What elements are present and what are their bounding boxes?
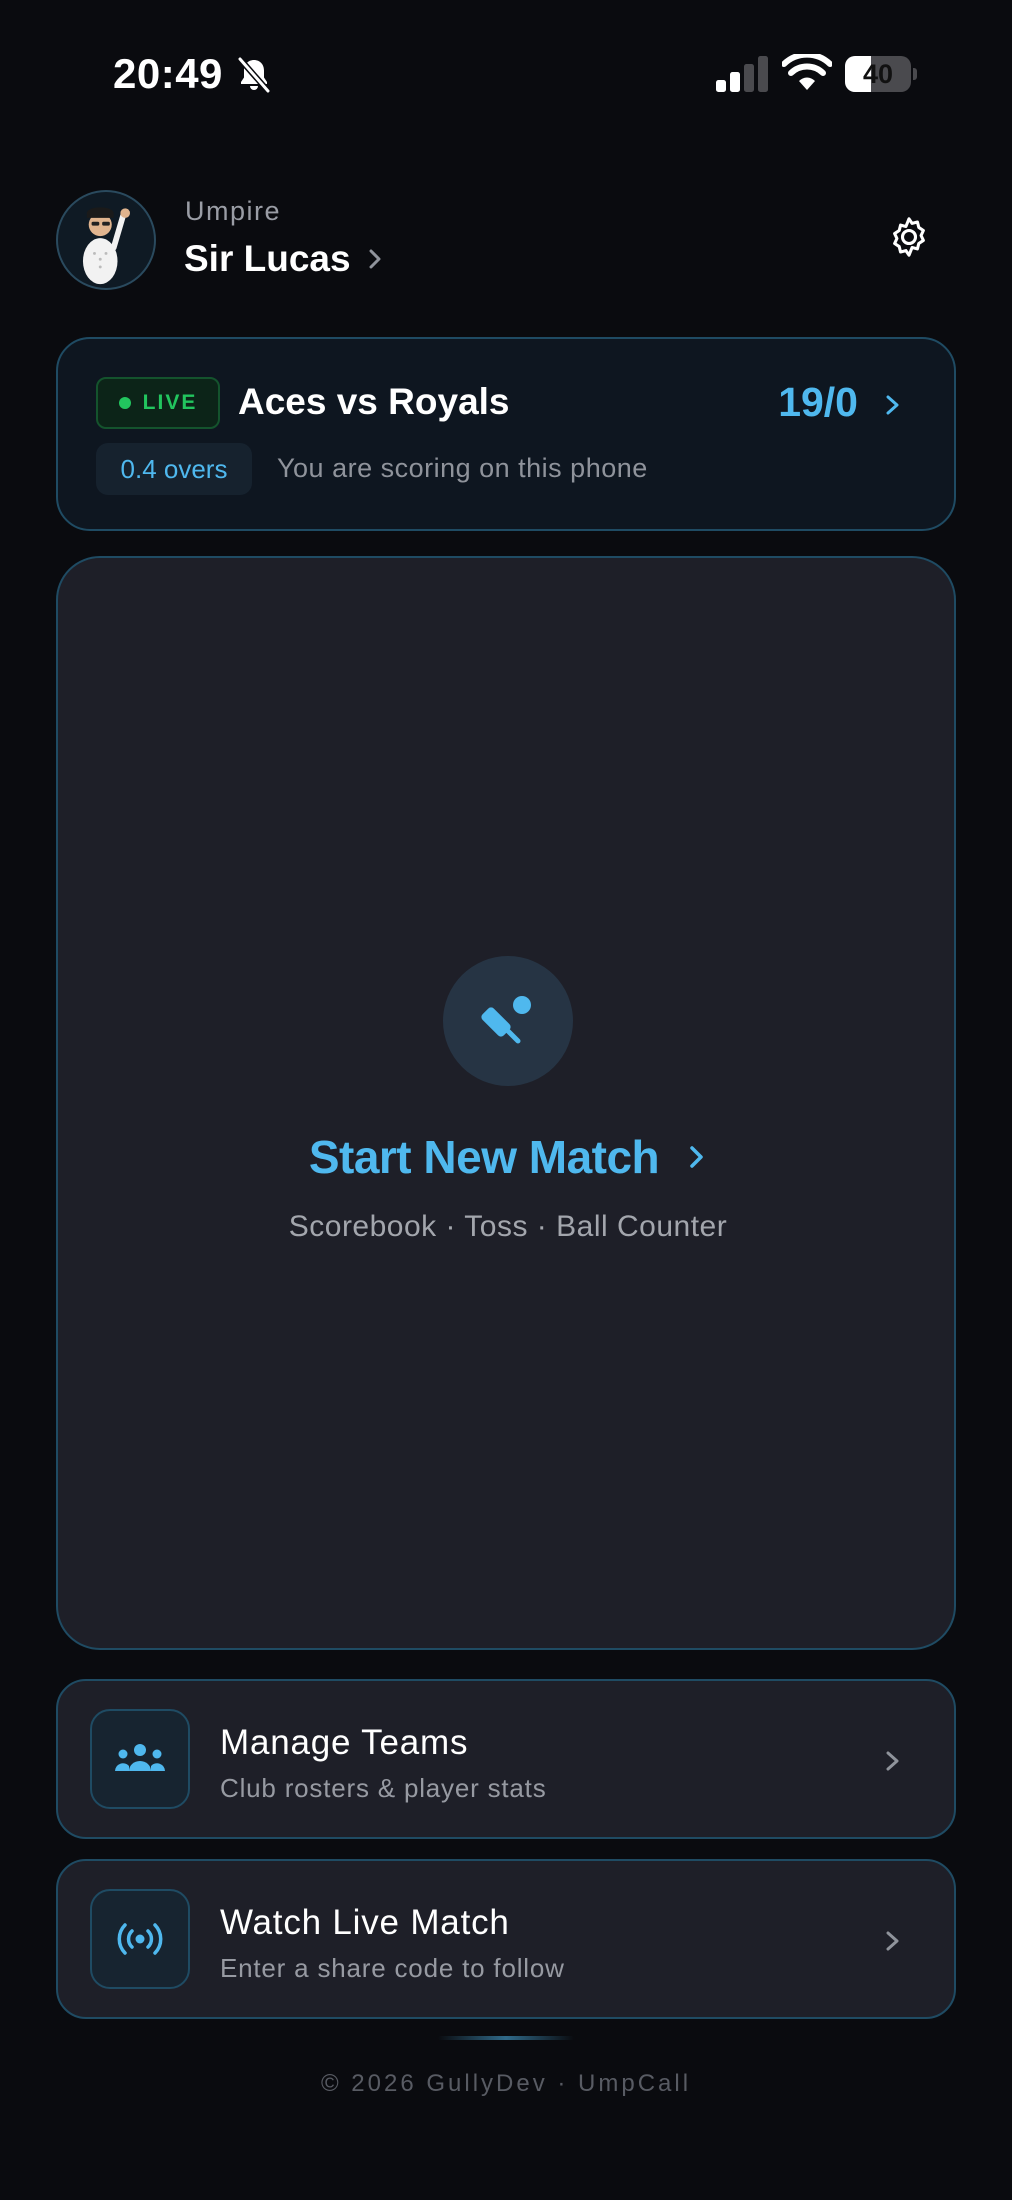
- manage-teams-title: Manage Teams: [220, 1723, 469, 1762]
- broadcast-icon-box: [90, 1889, 190, 1989]
- watch-live-subtitle: Enter a share code to follow: [220, 1953, 565, 1983]
- profile-link[interactable]: Sir Lucas: [184, 238, 383, 280]
- chevron-right-icon: [886, 1751, 899, 1771]
- chevron-right-icon: [690, 1146, 703, 1168]
- watch-live-title: Watch Live Match: [220, 1903, 510, 1942]
- divider: [438, 2036, 574, 2040]
- live-dot: [118, 397, 131, 409]
- status-time: 20:49: [113, 50, 223, 97]
- start-new-match-card[interactable]: Start New Match Scorebook · Toss · Ball …: [56, 556, 956, 1650]
- user-role-label: Umpire: [185, 196, 282, 226]
- watch-live-match-card[interactable]: Watch Live Match Enter a share code to f…: [56, 1859, 956, 2019]
- start-new-match-button[interactable]: Start New Match: [58, 1130, 958, 1184]
- wifi-icon: [782, 54, 832, 90]
- live-badge-text: LIVE: [142, 391, 198, 414]
- match-title: Aces vs Royals: [238, 381, 510, 422]
- team-icon-box: [90, 1709, 190, 1809]
- battery-indicator: 40: [845, 56, 917, 92]
- gear-icon[interactable]: [886, 214, 932, 260]
- live-badge: LIVE: [96, 377, 220, 429]
- chevron-right-icon: [369, 249, 381, 269]
- manage-teams-subtitle: Club rosters & player stats: [220, 1773, 547, 1803]
- chevron-right-icon: [886, 1931, 899, 1951]
- avatar[interactable]: [56, 190, 156, 290]
- cricket-bat-icon: [481, 996, 531, 1044]
- battery-percent: 40: [862, 59, 894, 89]
- overs-pill: 0.4 overs: [96, 443, 252, 495]
- team-icon: [115, 1744, 165, 1771]
- status-bar: 20:49 40: [0, 0, 1012, 150]
- broadcast-icon: [117, 1923, 163, 1955]
- match-score: 19/0: [778, 379, 858, 425]
- cricket-bat-icon-circle: [443, 956, 573, 1086]
- bell-muted-icon: [237, 57, 271, 93]
- umpire-avatar-icon: [82, 207, 130, 285]
- footer-copyright: © 2026 GullyDev · UmpCall: [320, 2070, 692, 2097]
- user-name: Sir Lucas: [184, 238, 351, 279]
- scoring-note: You are scoring on this phone: [277, 453, 648, 483]
- start-new-match-title: Start New Match: [308, 1131, 660, 1183]
- start-new-match-subtitle: Scorebook · Toss · Ball Counter: [288, 1210, 728, 1243]
- chevron-right-icon: [886, 395, 899, 415]
- manage-teams-card[interactable]: Manage Teams Club rosters & player stats: [56, 1679, 956, 1839]
- live-match-card[interactable]: LIVE Aces vs Royals 19/0 0.4 overs You a…: [56, 337, 956, 531]
- cellular-signal-icon: [716, 56, 768, 92]
